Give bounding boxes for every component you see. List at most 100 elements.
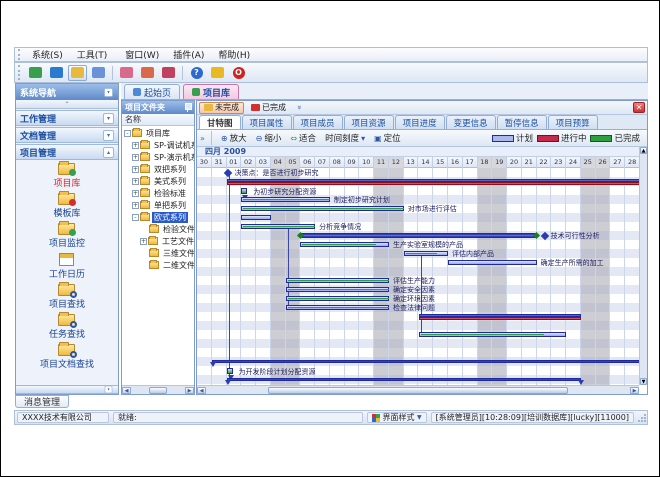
gantt-task-marker[interactable] — [227, 368, 233, 374]
tree-item-二维文件[interactable]: 二维文件 — [122, 259, 194, 271]
expand-icon[interactable]: + — [132, 178, 139, 185]
gantt-task-bar[interactable] — [404, 251, 448, 256]
message-management-tab[interactable]: 消息管理 — [15, 395, 69, 408]
lock-icon[interactable] — [208, 65, 227, 81]
scroll-right-icon[interactable]: ▶ — [185, 387, 194, 394]
tree-item-检验文件[interactable]: 检验文件 — [122, 223, 194, 235]
scroll-down-icon[interactable]: ▼ — [640, 378, 647, 385]
collapse-icon[interactable]: - — [132, 214, 139, 221]
sidebar-collapse-strip[interactable]: ⌃ — [16, 100, 118, 109]
doc-tab-起始页[interactable]: 起始页 — [124, 84, 180, 99]
expand-icon[interactable]: + — [140, 238, 147, 245]
tree-item-欧式系列[interactable]: -欧式系列 — [122, 211, 194, 223]
gantt-scroll-thumb[interactable] — [268, 387, 568, 394]
sidebar-group-工作管理[interactable]: 工作管理▾ — [16, 110, 118, 126]
menu-item[interactable]: 窗口(W) — [118, 50, 166, 62]
expand-icon[interactable]: + — [132, 142, 139, 149]
tree-item-单把系列[interactable]: +单把系列 — [122, 199, 194, 211]
tree-column-header[interactable]: 名称 — [122, 114, 194, 126]
expand-icon[interactable]: + — [132, 202, 139, 209]
timescale-dropdown[interactable]: 时间刻度▾ — [322, 131, 368, 145]
gantt-task-bar[interactable] — [286, 305, 389, 310]
expand-icon[interactable]: + — [132, 154, 139, 161]
gantt-summary-bar[interactable] — [227, 378, 581, 381]
pin-icon[interactable] — [184, 103, 191, 112]
chevron-down-icon[interactable]: ▾ — [103, 130, 114, 141]
menu-grip[interactable] — [18, 49, 22, 59]
tree-item-美式系列[interactable]: +美式系列 — [122, 175, 194, 187]
menu-item[interactable]: 插件(A) — [166, 50, 211, 62]
sidebar-item-项目文档查找[interactable]: 项目文档查找 — [40, 344, 94, 370]
sidebar-menu-button[interactable]: ▾ — [104, 88, 113, 97]
toolbar-overflow-chevron-icon[interactable]: » — [200, 134, 205, 143]
gantt-tab-项目属性[interactable]: 项目属性 — [242, 115, 292, 129]
gantt-vertical-scrollbar[interactable]: ▲ ▼ — [639, 147, 647, 385]
sidebar-item-项目库[interactable]: 项目库 — [53, 163, 80, 189]
stop-icon[interactable]: O — [229, 65, 248, 81]
expand-icon[interactable]: + — [132, 166, 139, 173]
scroll-left-icon[interactable]: ◀ — [122, 387, 131, 394]
tree-item-SP-演示机系[interactable]: +SP-演示机系 — [122, 151, 194, 163]
interface-style-dropdown[interactable]: 界面样式 ▼ — [367, 412, 426, 423]
tree-item-三维文件[interactable]: 三维文件 — [122, 247, 194, 259]
sidebar-item-项目监控[interactable]: 项目监控 — [49, 223, 85, 249]
tree-item-双把系列[interactable]: +双把系列 — [122, 163, 194, 175]
gantt-task-bar[interactable] — [300, 242, 389, 247]
gantt-tab-项目成员[interactable]: 项目成员 — [293, 115, 343, 129]
help-icon[interactable]: ? — [187, 65, 206, 81]
gantt-summary-bar[interactable] — [212, 360, 639, 363]
tree-item-SP-调试机系[interactable]: +SP-调试机系 — [122, 139, 194, 151]
report-new-icon[interactable] — [117, 65, 136, 81]
tree-item-项目库[interactable]: -项目库 — [122, 127, 194, 139]
gantt-task-bar[interactable] — [241, 206, 403, 211]
gantt-horizontal-scrollbar[interactable]: ◀ ▶ — [197, 385, 639, 394]
tree-scroll-thumb[interactable] — [149, 387, 167, 394]
collapse-icon[interactable]: - — [124, 130, 131, 137]
gantt-tab-变更信息[interactable]: 变更信息 — [446, 115, 496, 129]
filter-more-chevron-icon[interactable]: » — [295, 105, 304, 110]
folder-icon[interactable] — [68, 65, 87, 81]
tree-horizontal-scrollbar[interactable]: ◀ ▶ — [122, 385, 194, 394]
report-del-icon[interactable] — [159, 65, 178, 81]
sidebar-item-任务查找[interactable]: 任务查找 — [49, 314, 85, 340]
gantt-task-bar[interactable] — [286, 296, 389, 301]
doc-tab-项目库[interactable]: 项目库 — [183, 84, 239, 99]
menu-item[interactable]: 系统(S) — [25, 50, 70, 62]
tree-item-检验标准[interactable]: +检验标准 — [122, 187, 194, 199]
tree-item-工艺文件[interactable]: +工艺文件 — [122, 235, 194, 247]
sidebar-partial-group[interactable]: ▾ — [16, 385, 118, 394]
monitor-icon[interactable] — [26, 65, 45, 81]
sidebar-item-项目查找[interactable]: 项目查找 — [49, 284, 85, 310]
gantt-task-bar[interactable] — [286, 278, 389, 283]
toolbar-grip[interactable] — [18, 65, 22, 80]
report-view-icon[interactable] — [138, 65, 157, 81]
sidebar-group-文档管理[interactable]: 文档管理▾ — [16, 127, 118, 143]
fit-button[interactable]: ⇔适合 — [287, 131, 319, 145]
gantt-tab-项目预算[interactable]: 项目预算 — [548, 115, 598, 129]
gantt-task-marker[interactable] — [241, 188, 247, 194]
sidebar-item-工作日历[interactable]: 工作日历 — [49, 253, 85, 280]
gantt-summary-complete-bar[interactable] — [300, 233, 536, 238]
gantt-summary-inprogress-bar[interactable] — [227, 182, 639, 185]
filter-button-未完成[interactable]: 未完成 — [199, 102, 244, 114]
scroll-right-icon[interactable]: ▶ — [630, 387, 639, 394]
scroll-left-icon[interactable]: ◀ — [197, 387, 206, 394]
gantt-task-bar[interactable] — [241, 215, 271, 220]
close-icon[interactable]: ✕ — [633, 102, 645, 113]
chevron-up-icon[interactable]: ▴ — [103, 147, 114, 158]
gantt-task-bar[interactable] — [448, 260, 537, 265]
zoom-out-button[interactable]: ⊖缩小 — [253, 131, 285, 145]
gantt-task-bar[interactable] — [241, 197, 330, 202]
locate-button[interactable]: ▣定位 — [371, 131, 404, 145]
window-icon[interactable] — [89, 65, 108, 81]
gantt-summary-inprogress-bar[interactable] — [419, 317, 581, 320]
scroll-up-icon[interactable]: ▲ — [640, 147, 647, 154]
gantt-tab-项目资源[interactable]: 项目资源 — [344, 115, 394, 129]
gantt-task-bar[interactable] — [419, 332, 567, 337]
gantt-tab-暂停信息[interactable]: 暂停信息 — [497, 115, 547, 129]
globe-icon[interactable] — [47, 65, 66, 81]
sidebar-group-项目管理[interactable]: 项目管理▴ — [16, 144, 118, 160]
gantt-task-bar[interactable] — [241, 224, 315, 229]
gantt-tab-项目进度[interactable]: 项目进度 — [395, 115, 445, 129]
zoom-in-button[interactable]: ⊕放大 — [218, 131, 250, 145]
